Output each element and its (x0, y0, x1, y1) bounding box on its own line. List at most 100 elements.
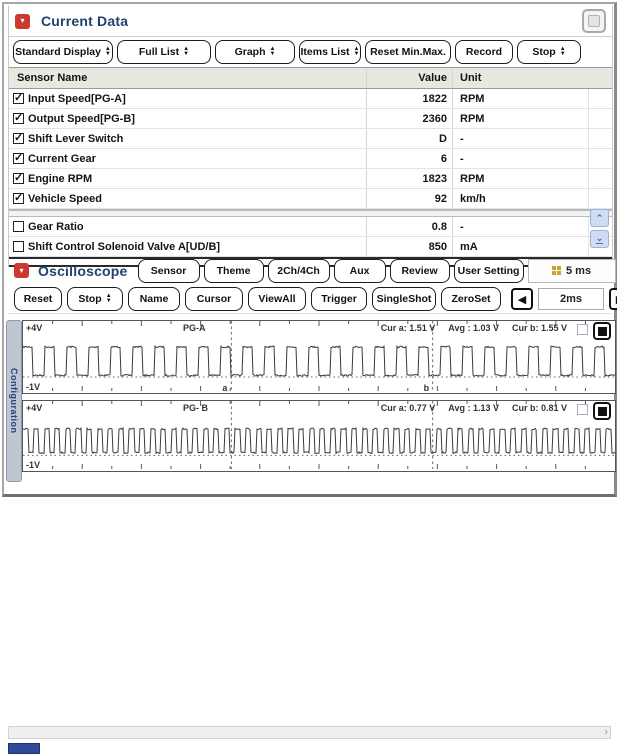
oscilloscope-buttons-row1: Sensor Theme 2Ch/4Ch Aux Review User Setting (137, 258, 524, 283)
timebase-prev-button[interactable]: ◀ (511, 288, 533, 310)
table-row[interactable]: Vehicle Speed 92km/h (9, 189, 612, 209)
2ch-4ch-button[interactable]: 2Ch/4Ch (267, 258, 330, 283)
button-label: ZeroSet (451, 293, 491, 305)
header-unit: Unit (452, 68, 588, 88)
channel-solid-square-button[interactable] (593, 402, 611, 420)
table-separator (9, 209, 612, 217)
oscilloscope-panel: ▾ Oscilloscope Sensor Theme 2Ch/4Ch Aux Revi… (6, 256, 617, 754)
standard-display-button[interactable]: Standard Display ▲ ▼ (13, 40, 113, 64)
updown-arrows-icon: ▲ ▼ (559, 46, 566, 57)
sensor-value: D (366, 129, 452, 148)
button-label: Standard Display (15, 46, 101, 58)
avg-value: Avg : 1.13 V (448, 403, 499, 413)
channel-visible-checkbox[interactable] (577, 404, 588, 415)
sensor-value: 2360 (366, 109, 452, 128)
checked-checkbox[interactable] (13, 133, 24, 144)
checked-checkbox[interactable] (13, 173, 24, 184)
sensor-value: 850 (366, 237, 452, 256)
reset-button[interactable]: Reset (14, 287, 62, 311)
cursor-b-value: Cur b: 1.55 V (511, 323, 567, 333)
user-setting-button[interactable]: User Setting (453, 258, 524, 283)
button-label: Review (401, 264, 438, 277)
review-button[interactable]: Review (389, 258, 450, 283)
unchecked-checkbox[interactable] (13, 221, 24, 232)
button-label: Cursor (196, 293, 232, 305)
solid-square-icon (597, 326, 607, 336)
table-row[interactable]: Gear Ratio 0.8- (9, 217, 612, 237)
row-gutter (588, 189, 612, 208)
maximize-button[interactable] (582, 9, 606, 33)
timebase-next-button[interactable]: ▶ (609, 288, 617, 310)
button-label: Items List (300, 46, 350, 58)
theme-button[interactable]: Theme (203, 258, 264, 283)
row-gutter (588, 89, 612, 108)
channel-visible-checkbox[interactable] (577, 324, 588, 335)
header-gutter (588, 68, 612, 88)
channel-solid-square-button[interactable] (593, 322, 611, 340)
volts-top-label: +4V (26, 403, 43, 413)
stop-button[interactable]: Stop ▲ ▼ (517, 40, 581, 64)
full-list-button[interactable]: Full List ▲ ▼ (117, 40, 211, 64)
bottom-left-tag (8, 743, 40, 754)
viewall-button[interactable]: ViewAll (248, 287, 306, 311)
stop-button[interactable]: Stop ▲ ▼ (67, 287, 123, 311)
scope-channel-pga: +4V PG-A Cur a: 1.51 V Avg : 1.03 V Cur b: 1… (22, 320, 616, 394)
button-label: Sensor (150, 264, 187, 277)
singleshot-button[interactable]: SingleShot (372, 287, 436, 311)
checked-checkbox[interactable] (13, 193, 24, 204)
sensor-name: Shift Lever Switch (28, 132, 124, 145)
graph-button[interactable]: Graph ▲ ▼ (215, 40, 295, 64)
header-value: Value (366, 68, 452, 88)
sample-rate-display: 5 ms (527, 258, 616, 283)
current-data-panel: ▾ Current Data Standard Display ▲ ▼ Full Li… (8, 6, 613, 267)
sensor-unit: RPM (452, 109, 588, 128)
maximize-icon (588, 15, 600, 27)
checked-checkbox[interactable] (13, 113, 24, 124)
table-row[interactable]: Shift Control Solenoid Valve A[UD/B] 850 m… (9, 237, 612, 257)
timebase-value: 2ms (538, 288, 604, 310)
scroll-up-icon[interactable]: ⌃ (590, 209, 609, 227)
sample-rate-icon (552, 266, 561, 275)
cursor-button[interactable]: Cursor (185, 287, 243, 311)
name-button[interactable]: Name (128, 287, 180, 311)
button-label: Stop (78, 293, 102, 305)
row-gutter (588, 149, 612, 168)
collapse-chevron-icon[interactable]: ▾ (14, 263, 29, 278)
configuration-tab[interactable]: Configuration (6, 320, 22, 482)
volts-bottom-label: -1V (26, 460, 41, 470)
items-list-button[interactable]: Items List ▲ ▼ (299, 40, 361, 64)
table-row[interactable]: Current Gear 6- (9, 149, 612, 169)
channel-name-label: PG- B (183, 403, 209, 413)
table-row[interactable]: Input Speed[PG-A] 1822RPM (9, 89, 612, 109)
scroll-down-icon[interactable]: ⌄ (590, 230, 609, 248)
collapse-chevron-icon[interactable]: ▾ (15, 13, 30, 29)
table-row[interactable]: Engine RPM 1823RPM (9, 169, 612, 189)
table-header: Sensor Name Value Unit (9, 67, 612, 89)
unchecked-checkbox[interactable] (13, 241, 24, 252)
horizontal-scrollbar[interactable]: › (8, 726, 611, 739)
sensor-name: Output Speed[PG-B] (28, 112, 135, 125)
table-row[interactable]: Shift Lever Switch D- (9, 129, 612, 149)
reset-min-max-button[interactable]: Reset Min.Max. (365, 40, 451, 64)
aux-button[interactable]: Aux (333, 258, 386, 283)
header-sensor-name: Sensor Name (17, 72, 88, 84)
zeroset-button[interactable]: ZeroSet (441, 287, 501, 311)
button-label: Record (465, 46, 503, 58)
sensor-button[interactable]: Sensor (137, 258, 200, 283)
scroll-right-icon[interactable]: › (604, 727, 610, 738)
sensor-unit: - (452, 217, 588, 236)
button-label: Stop (532, 46, 556, 58)
sensor-value: 1823 (366, 169, 452, 188)
cursor-b-value: Cur b: 0.81 V (511, 403, 567, 413)
current-data-titlebar: ▾ Current Data (9, 6, 612, 37)
trigger-button[interactable]: Trigger (311, 287, 367, 311)
updown-arrows-icon: ▲ ▼ (105, 293, 112, 304)
button-label: Reset Min.Max. (370, 46, 446, 58)
app-window: ▾ Current Data Standard Display ▲ ▼ Full Li… (2, 2, 617, 754)
sample-rate-value: 5 ms (566, 264, 592, 277)
table-row[interactable]: Output Speed[PG-B] 2360RPM (9, 109, 612, 129)
checked-checkbox[interactable] (13, 153, 24, 164)
sensor-name: Input Speed[PG-A] (28, 92, 126, 105)
record-button[interactable]: Record (455, 40, 513, 64)
checked-checkbox[interactable] (13, 93, 24, 104)
